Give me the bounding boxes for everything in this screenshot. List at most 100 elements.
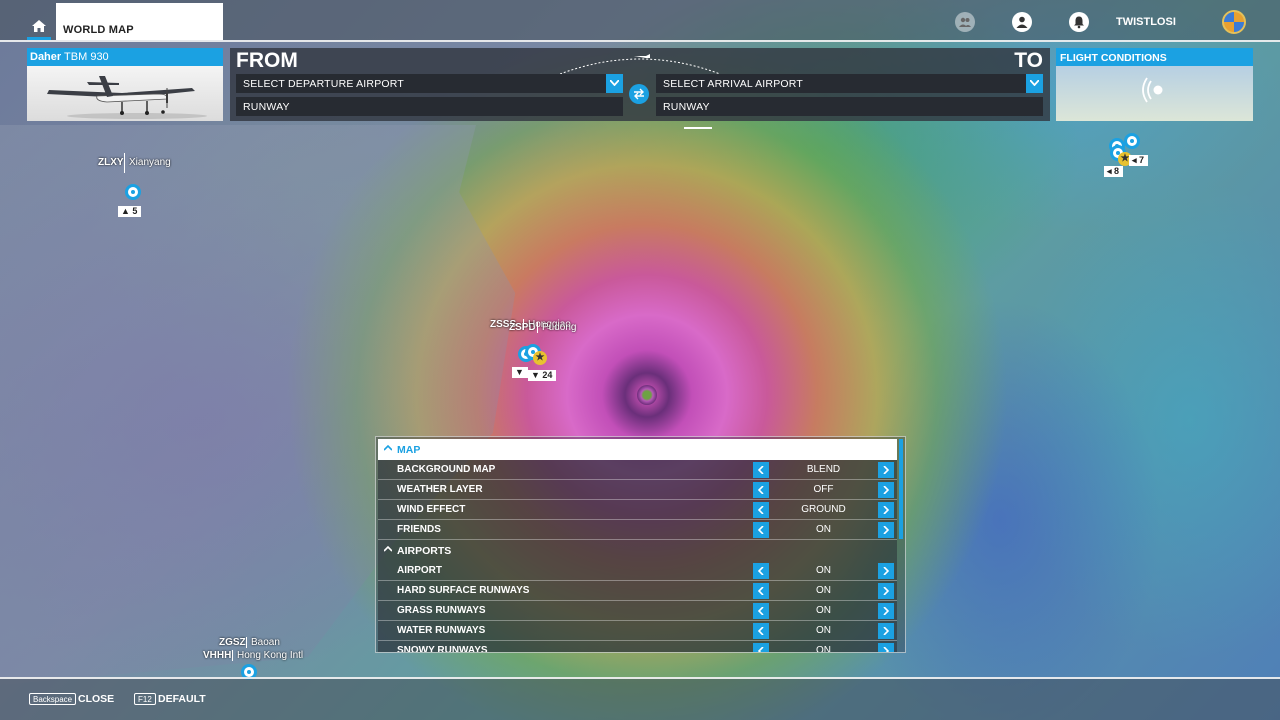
setting-label: HARD SURFACE RUNWAYS (397, 585, 530, 596)
setting-row-hard-surface-runways: HARD SURFACE RUNWAYS ON (378, 581, 897, 601)
bell-icon (1074, 16, 1084, 29)
section-header-airports[interactable]: AIRPORTS (378, 540, 897, 561)
previous-option-button[interactable] (753, 623, 769, 639)
departure-airport-select[interactable]: SELECT DEPARTURE AIRPORT (236, 74, 623, 93)
arrival-airport-select[interactable]: SELECT ARRIVAL AIRPORT (656, 74, 1043, 93)
chevron-right-icon (883, 567, 889, 575)
swap-airports-button[interactable] (629, 84, 649, 104)
setting-label: WIND EFFECT (397, 504, 466, 515)
departure-runway-label: RUNWAY (243, 101, 290, 113)
friends-button[interactable] (955, 12, 975, 32)
setting-row-friends: FRIENDS ON (378, 520, 897, 540)
airport-name-hongkong: Hong Kong Intl (232, 650, 303, 661)
previous-option-button[interactable] (753, 502, 769, 518)
setting-row-snowy-runways: SNOWY RUNWAYS ON (378, 641, 897, 653)
chevron-right-icon (883, 647, 889, 652)
previous-option-button[interactable] (753, 462, 769, 478)
username-label[interactable]: TWISTLOSI (1116, 16, 1176, 28)
next-option-button[interactable] (878, 583, 894, 599)
setting-value: ON (816, 585, 831, 596)
previous-option-button[interactable] (753, 563, 769, 579)
live-weather-icon (1142, 77, 1163, 103)
departure-dropdown-button[interactable] (606, 74, 623, 93)
user-icon (1016, 16, 1028, 28)
profile-button[interactable] (1012, 12, 1032, 32)
next-option-button[interactable] (878, 603, 894, 619)
chevron-down-icon (1030, 80, 1039, 86)
setting-row-background-map: BACKGROUND MAP BLEND (378, 460, 897, 480)
airport-count: 7 (1139, 155, 1145, 165)
next-option-button[interactable] (878, 563, 894, 579)
typhoon-eye (637, 385, 657, 405)
airport-name-baoan: Baoan (246, 637, 280, 648)
settings-scrollbar[interactable] (899, 439, 903, 539)
chevron-right-icon (883, 607, 889, 615)
avatar[interactable] (1222, 10, 1246, 34)
setting-label: WEATHER LAYER (397, 484, 483, 495)
chevron-left-icon (758, 466, 764, 474)
chevron-left-icon (758, 587, 764, 595)
setting-row-water-runways: WATER RUNWAYS ON (378, 621, 897, 641)
close-button[interactable]: CLOSE (78, 693, 114, 705)
airport-marker-japan-b[interactable] (1124, 133, 1140, 149)
map-settings-panel: MAP BACKGROUND MAP BLEND WEATHER LAYER O… (375, 436, 906, 653)
previous-option-button[interactable] (753, 603, 769, 619)
panel-collapse-handle[interactable] (684, 127, 712, 129)
airport-marker-xianyang[interactable] (125, 184, 141, 200)
aircraft-selection-card[interactable]: Daher TBM 930 (27, 48, 223, 121)
airport-count-badge-xianyang: ▲ 5 (118, 206, 142, 217)
airport-badge-hongqiao: ▼ (512, 367, 528, 378)
default-button[interactable]: DEFAULT (158, 693, 206, 705)
airport-count-badge-japan-a: ◂ 7 (1129, 155, 1149, 166)
flight-conditions-card[interactable]: FLIGHT CONDITIONS (1056, 48, 1253, 121)
section-header-map[interactable]: MAP (378, 439, 897, 460)
next-option-button[interactable] (878, 643, 894, 652)
chevron-right-icon (883, 587, 889, 595)
setting-row-grass-runways: GRASS RUNWAYS ON (378, 601, 897, 621)
aircraft-name: Daher TBM 930 (27, 48, 223, 66)
departure-placeholder: SELECT DEPARTURE AIRPORT (243, 78, 404, 90)
setting-label: BACKGROUND MAP (397, 464, 496, 475)
chevron-right-icon (883, 526, 889, 534)
setting-label: FRIENDS (397, 524, 441, 535)
setting-row-weather-layer: WEATHER LAYER OFF (378, 480, 897, 500)
runway-down-icon: ▼ (531, 370, 543, 380)
next-option-button[interactable] (878, 502, 894, 518)
chevron-left-icon (758, 647, 764, 652)
airport-name-pudong: Pudong (537, 322, 576, 333)
friends-icon (959, 17, 971, 27)
airport-name-xianyang: Xianyang (124, 153, 171, 173)
favorite-star-icon: ★ (533, 351, 547, 365)
next-option-button[interactable] (878, 522, 894, 538)
airport-code-zlxy: ZLXY (98, 157, 124, 168)
airplane-illustration (47, 76, 207, 119)
previous-option-button[interactable] (753, 643, 769, 652)
chevron-right-icon (883, 466, 889, 474)
notifications-button[interactable] (1069, 12, 1089, 32)
setting-label: SNOWY RUNWAYS (397, 645, 488, 653)
previous-option-button[interactable] (753, 583, 769, 599)
next-option-button[interactable] (878, 482, 894, 498)
setting-value: OFF (813, 484, 834, 495)
runway-left-icon: ◂ (1107, 166, 1115, 176)
previous-option-button[interactable] (753, 522, 769, 538)
top-bar: WORLD MAP TWISTLOSI (0, 0, 1280, 42)
next-option-button[interactable] (878, 623, 894, 639)
previous-option-button[interactable] (753, 482, 769, 498)
next-option-button[interactable] (878, 462, 894, 478)
chevron-left-icon (758, 486, 764, 494)
setting-row-airport: AIRPORT ON (378, 561, 897, 581)
flight-path-icon (560, 54, 720, 75)
tab-world-map[interactable]: WORLD MAP (56, 3, 223, 40)
to-label: TO (1014, 49, 1043, 72)
airport-count-badge-pudong: ▼ 24 (528, 370, 557, 381)
backspace-key-hint: Backspace (29, 693, 77, 705)
section-title: AIRPORTS (397, 545, 452, 557)
home-button[interactable] (27, 16, 51, 40)
arrival-runway-field[interactable]: RUNWAY (656, 97, 1043, 116)
departure-runway-field[interactable]: RUNWAY (236, 97, 623, 116)
arrival-dropdown-button[interactable] (1026, 74, 1043, 93)
chevron-left-icon (758, 506, 764, 514)
f12-key-hint: F12 (134, 693, 156, 705)
setting-value: GROUND (801, 504, 846, 515)
